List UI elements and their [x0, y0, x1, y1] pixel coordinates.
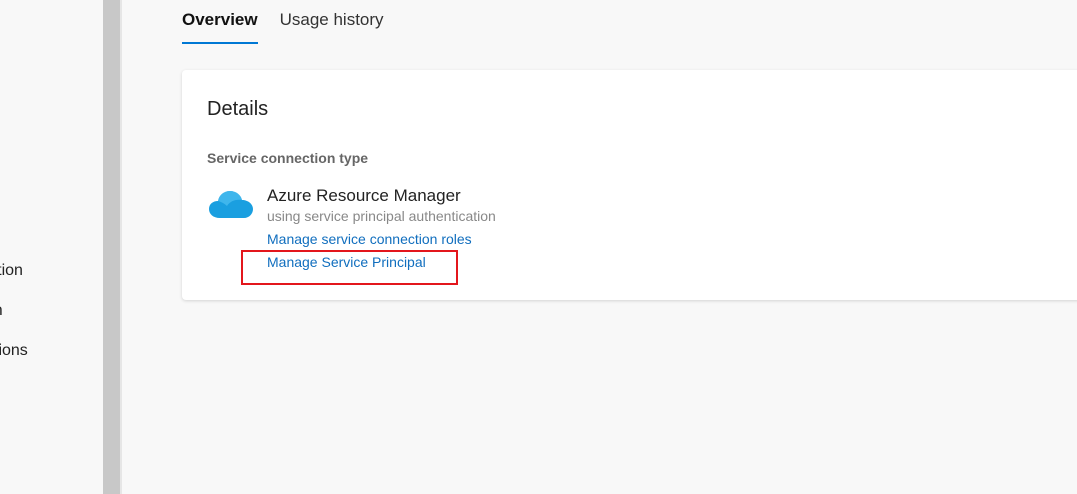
service-connection-type-label: Service connection type [207, 150, 369, 166]
left-nav: uration ation ctions [0, 0, 103, 494]
nav-item-connections[interactable]: ctions [0, 342, 28, 360]
details-title: Details [207, 98, 269, 120]
main-content: Overview Usage history Details Service c… [122, 0, 1077, 494]
tab-overview[interactable]: Overview [182, 10, 258, 44]
nav-item-configuration[interactable]: uration [0, 262, 23, 280]
service-name: Azure Resource Manager [267, 186, 461, 205]
tab-bar: Overview Usage history [182, 10, 384, 44]
tab-usage-history[interactable]: Usage history [280, 10, 384, 44]
service-description: using service principal authentication [267, 208, 496, 224]
manage-connection-roles-link[interactable]: Manage service connection roles [267, 231, 472, 247]
pane-splitter[interactable] [103, 0, 120, 494]
cloud-icon [209, 191, 253, 218]
nav-item-integration[interactable]: ation [0, 302, 3, 320]
highlight-annotation [241, 250, 458, 285]
